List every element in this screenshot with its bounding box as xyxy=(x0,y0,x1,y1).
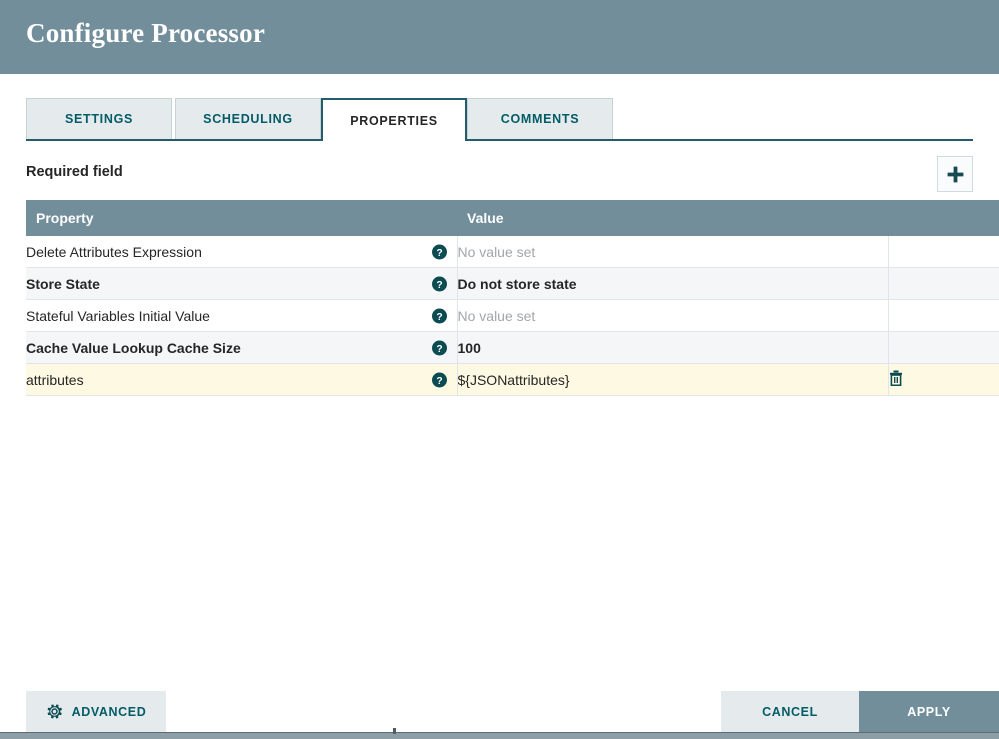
tab-properties[interactable]: PROPERTIES xyxy=(321,98,467,141)
property-name: Stateful Variables Initial Value xyxy=(26,307,210,324)
properties-table-head: Property Value xyxy=(26,200,999,236)
help-icon[interactable]: ? xyxy=(431,308,447,323)
svg-text:?: ? xyxy=(436,311,442,322)
property-name-cell[interactable]: Delete Attributes Expression ? xyxy=(26,236,458,268)
properties-table-body: Delete Attributes Expression ? No value … xyxy=(26,236,999,396)
property-value-cell[interactable]: ${JSONattributes} xyxy=(457,363,889,396)
row-actions-cell xyxy=(888,236,999,268)
row-actions-cell xyxy=(888,331,999,364)
required-field-label: Required field xyxy=(26,164,123,180)
column-header-value[interactable]: Value xyxy=(457,200,888,236)
property-name: attributes xyxy=(26,371,84,388)
tab-strip: SETTINGS SCHEDULING PROPERTIES COMMENTS xyxy=(0,74,999,142)
property-name: Store State xyxy=(26,275,100,292)
gear-icon xyxy=(46,703,63,720)
property-value-cell[interactable]: 100 xyxy=(457,331,889,364)
tab-properties-label: PROPERTIES xyxy=(350,113,438,128)
property-name-cell[interactable]: attributes ? xyxy=(26,363,458,396)
cancel-button-label: CANCEL xyxy=(762,704,818,719)
property-value-cell[interactable]: No value set xyxy=(457,299,889,332)
column-header-property[interactable]: Property xyxy=(26,200,457,236)
background-strip xyxy=(0,732,999,739)
page-title: Configure Processor xyxy=(26,18,266,48)
property-value: 100 xyxy=(457,339,481,356)
property-value: No value set xyxy=(457,307,536,324)
svg-text:?: ? xyxy=(436,375,442,386)
tab-settings[interactable]: SETTINGS xyxy=(26,98,172,139)
property-value-cell[interactable]: Do not store state xyxy=(457,267,889,300)
tab-scheduling[interactable]: SCHEDULING xyxy=(175,98,321,139)
add-property-button[interactable] xyxy=(937,156,973,192)
table-row[interactable]: Store State ? Do not store state xyxy=(26,267,999,300)
property-name: Cache Value Lookup Cache Size xyxy=(26,339,241,356)
property-value-cell[interactable]: No value set xyxy=(457,236,889,268)
help-icon[interactable]: ? xyxy=(431,244,447,259)
svg-text:?: ? xyxy=(436,247,442,258)
dialog-footer: ADVANCED CANCEL APPLY xyxy=(0,691,999,732)
background-strip-line xyxy=(0,732,999,733)
configure-processor-dialog: Configure Processor SETTINGS SCHEDULING … xyxy=(0,0,999,739)
column-header-actions xyxy=(888,200,999,236)
tab-comments[interactable]: COMMENTS xyxy=(467,98,613,139)
table-row[interactable]: Delete Attributes Expression ? No value … xyxy=(26,236,999,268)
table-row[interactable]: attributes ? ${JSONattributes} xyxy=(26,363,999,396)
property-name-cell[interactable]: Stateful Variables Initial Value ? xyxy=(26,299,458,332)
property-name-cell[interactable]: Cache Value Lookup Cache Size ? xyxy=(26,331,458,364)
table-row[interactable]: Stateful Variables Initial Value ? No va… xyxy=(26,299,999,332)
trash-icon[interactable] xyxy=(889,370,903,386)
property-value: Do not store state xyxy=(457,275,577,292)
svg-text:?: ? xyxy=(436,343,442,354)
help-icon[interactable]: ? xyxy=(431,372,447,387)
property-value: ${JSONattributes} xyxy=(457,371,570,388)
row-actions-cell xyxy=(888,299,999,332)
property-name-cell[interactable]: Store State ? xyxy=(26,267,458,300)
row-actions-cell xyxy=(888,267,999,300)
row-actions-cell xyxy=(888,363,999,396)
tab-scheduling-label: SCHEDULING xyxy=(203,112,293,126)
advanced-button[interactable]: ADVANCED xyxy=(26,691,166,732)
property-value: No value set xyxy=(457,243,536,260)
advanced-button-label: ADVANCED xyxy=(71,704,147,719)
help-icon[interactable]: ? xyxy=(431,340,447,355)
background-caret xyxy=(393,728,396,734)
tab-underline xyxy=(26,139,973,141)
apply-button-label: APPLY xyxy=(907,704,951,719)
properties-table: Property Value Delete Attributes Express… xyxy=(26,200,999,396)
table-header-row: Property Value xyxy=(26,200,999,236)
property-name: Delete Attributes Expression xyxy=(26,243,202,260)
svg-text:?: ? xyxy=(436,279,442,290)
cancel-button[interactable]: CANCEL xyxy=(721,691,859,732)
table-row[interactable]: Cache Value Lookup Cache Size ? 100 xyxy=(26,331,999,364)
dialog-header: Configure Processor xyxy=(0,0,999,74)
plus-icon xyxy=(946,165,965,184)
help-icon[interactable]: ? xyxy=(431,276,447,291)
apply-button[interactable]: APPLY xyxy=(859,691,999,732)
tab-settings-label: SETTINGS xyxy=(64,112,134,126)
tab-comments-label: COMMENTS xyxy=(500,112,580,126)
